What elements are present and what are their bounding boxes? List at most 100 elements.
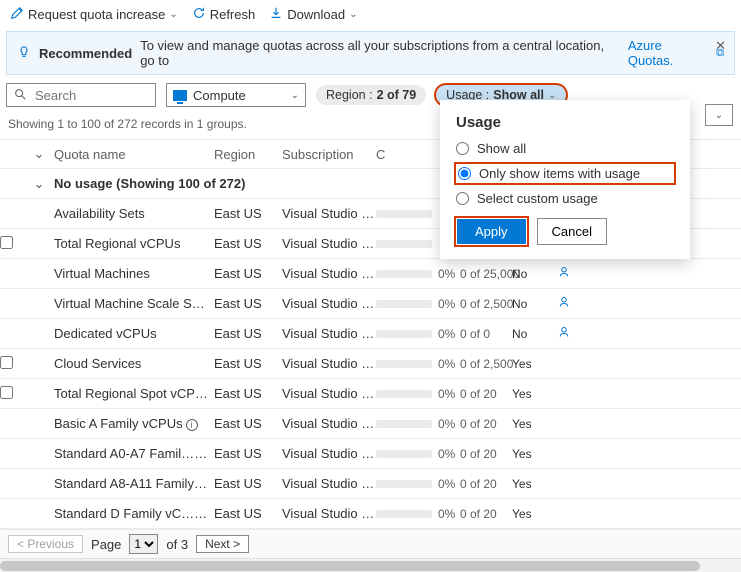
quota-cell: 0 of 2,500 xyxy=(460,297,512,311)
azure-quotas-link[interactable]: Azure Quotas. xyxy=(628,38,708,68)
adjustable-cell: No xyxy=(512,297,552,311)
radio-input[interactable] xyxy=(456,142,469,155)
request-icon[interactable] xyxy=(552,326,576,341)
usage-bar xyxy=(376,210,432,218)
option-label: Show all xyxy=(477,141,526,156)
region-cell: East US xyxy=(214,296,282,311)
region-cell: East US xyxy=(214,506,282,521)
recommendation-bar: Recommended To view and manage quotas ac… xyxy=(6,31,735,75)
adjustable-cell: Yes xyxy=(512,507,552,521)
usage-bar xyxy=(376,300,432,308)
info-icon[interactable]: i xyxy=(197,449,209,461)
quota-cell: 0 of 20 xyxy=(460,387,512,401)
region-cell: East US xyxy=(214,386,282,401)
chevron-down-icon: ⌄ xyxy=(169,9,177,20)
adjustable-cell: Yes xyxy=(512,387,552,401)
usage-percent: 0% xyxy=(438,477,460,491)
pill-value: 2 of 79 xyxy=(377,88,417,102)
page-select[interactable]: 1 xyxy=(129,534,158,554)
compute-icon xyxy=(173,90,187,101)
chevron-down-icon: ⌄ xyxy=(291,90,299,101)
download-button[interactable]: Download ⌄ xyxy=(269,6,357,23)
table-row[interactable]: Cloud ServicesEast USVisual Studio En…0%… xyxy=(0,349,741,379)
region-cell: East US xyxy=(214,236,282,251)
recommendation-text: To view and manage quotas across all you… xyxy=(140,38,620,68)
subscription-cell: Visual Studio En… xyxy=(282,236,376,251)
usage-option-with-usage[interactable]: Only show items with usage xyxy=(456,164,674,183)
quota-cell: 0 of 2,500 xyxy=(460,357,512,371)
quota-cell: 0 of 20 xyxy=(460,477,512,491)
quota-name-cell: Availability Sets xyxy=(54,206,214,221)
request-icon[interactable] xyxy=(552,266,576,281)
region-cell: East US xyxy=(214,356,282,371)
col-quota-name[interactable]: Quota name xyxy=(54,147,214,162)
column-options-dropdown[interactable]: ⌄ xyxy=(705,104,733,126)
table-row[interactable]: Total Regional Spot vCPUsEast USVisual S… xyxy=(0,379,741,409)
row-checkbox[interactable] xyxy=(0,356,13,369)
radio-input[interactable] xyxy=(458,167,471,180)
table-row[interactable]: Virtual MachinesEast USVisual Studio En…… xyxy=(0,259,741,289)
quota-name-cell: Virtual Machines xyxy=(54,266,214,281)
next-page-button[interactable]: Next > xyxy=(196,535,249,553)
cancel-button[interactable]: Cancel xyxy=(537,218,607,245)
usage-bar xyxy=(376,330,432,338)
usage-bar xyxy=(376,240,432,248)
group-toggle[interactable]: ⌄ xyxy=(24,176,54,192)
quota-name-cell: Dedicated vCPUs xyxy=(54,326,214,341)
usage-percent: 0% xyxy=(438,387,460,401)
info-icon[interactable]: i xyxy=(197,509,209,521)
request-quota-increase-button[interactable]: Request quota increase ⌄ xyxy=(10,6,178,23)
chevron-down-icon: ⌄ xyxy=(349,9,357,20)
adjustable-cell: Yes xyxy=(512,417,552,431)
toolbar-label: Download xyxy=(287,7,345,22)
quota-name-cell: Virtual Machine Scale Sets xyxy=(54,296,214,311)
scrollbar-thumb[interactable] xyxy=(0,561,700,571)
refresh-button[interactable]: Refresh xyxy=(192,6,256,23)
quota-cell: 0 of 20 xyxy=(460,507,512,521)
table-row[interactable]: Basic A Family vCPUsiEast USVisual Studi… xyxy=(0,409,741,439)
col-subscription[interactable]: Subscription xyxy=(282,147,376,162)
apply-button[interactable]: Apply xyxy=(457,219,526,244)
horizontal-scrollbar[interactable] xyxy=(0,558,741,572)
page-label: Page xyxy=(91,537,121,552)
table-row[interactable]: Virtual Machine Scale SetsEast USVisual … xyxy=(0,289,741,319)
apply-highlight: Apply xyxy=(456,218,527,245)
region-cell: East US xyxy=(214,476,282,491)
table-row[interactable]: Standard D Family vC…iEast USVisual Stud… xyxy=(0,499,741,529)
search-field[interactable] xyxy=(33,87,149,104)
subscription-cell: Visual Studio En… xyxy=(282,356,376,371)
download-icon xyxy=(269,6,283,23)
quota-name-cell: Basic A Family vCPUsi xyxy=(54,416,214,431)
table-row[interactable]: Dedicated vCPUsEast USVisual Studio En…0… xyxy=(0,319,741,349)
usage-bar xyxy=(376,420,432,428)
close-icon[interactable]: ✕ xyxy=(715,38,726,54)
region-filter-pill[interactable]: Region : 2 of 79 xyxy=(316,85,426,105)
usage-option-all[interactable]: Show all xyxy=(456,141,674,156)
region-cell: East US xyxy=(214,206,282,221)
row-checkbox[interactable] xyxy=(0,386,13,399)
page-of: of 3 xyxy=(166,537,188,552)
usage-bar xyxy=(376,360,432,368)
col-current[interactable]: C xyxy=(376,147,438,162)
toolbar: Request quota increase ⌄ Refresh Downloa… xyxy=(0,0,741,29)
prev-page-button[interactable]: < Previous xyxy=(8,535,83,553)
usage-option-custom[interactable]: Select custom usage xyxy=(456,191,674,206)
region-cell: East US xyxy=(214,416,282,431)
row-checkbox[interactable] xyxy=(0,236,13,249)
usage-bar xyxy=(376,480,432,488)
col-region[interactable]: Region xyxy=(214,147,282,162)
usage-percent: 0% xyxy=(438,357,460,371)
table-row[interactable]: Standard A8-A11 Family …iEast USVisual S… xyxy=(0,469,741,499)
table-row[interactable]: Standard A0-A7 Famil…iEast USVisual Stud… xyxy=(0,439,741,469)
radio-input[interactable] xyxy=(456,192,469,205)
expand-all-toggle[interactable]: ⌄ xyxy=(24,146,54,162)
info-icon[interactable]: i xyxy=(186,419,198,431)
provider-dropdown[interactable]: Compute ⌄ xyxy=(166,83,306,107)
usage-percent: 0% xyxy=(438,417,460,431)
quota-name-cell: Total Regional vCPUs xyxy=(54,236,214,251)
search-input[interactable] xyxy=(6,83,156,107)
provider-label: Compute xyxy=(193,88,246,103)
request-icon[interactable] xyxy=(552,296,576,311)
lightbulb-icon xyxy=(17,45,31,62)
usage-bar xyxy=(376,510,432,518)
